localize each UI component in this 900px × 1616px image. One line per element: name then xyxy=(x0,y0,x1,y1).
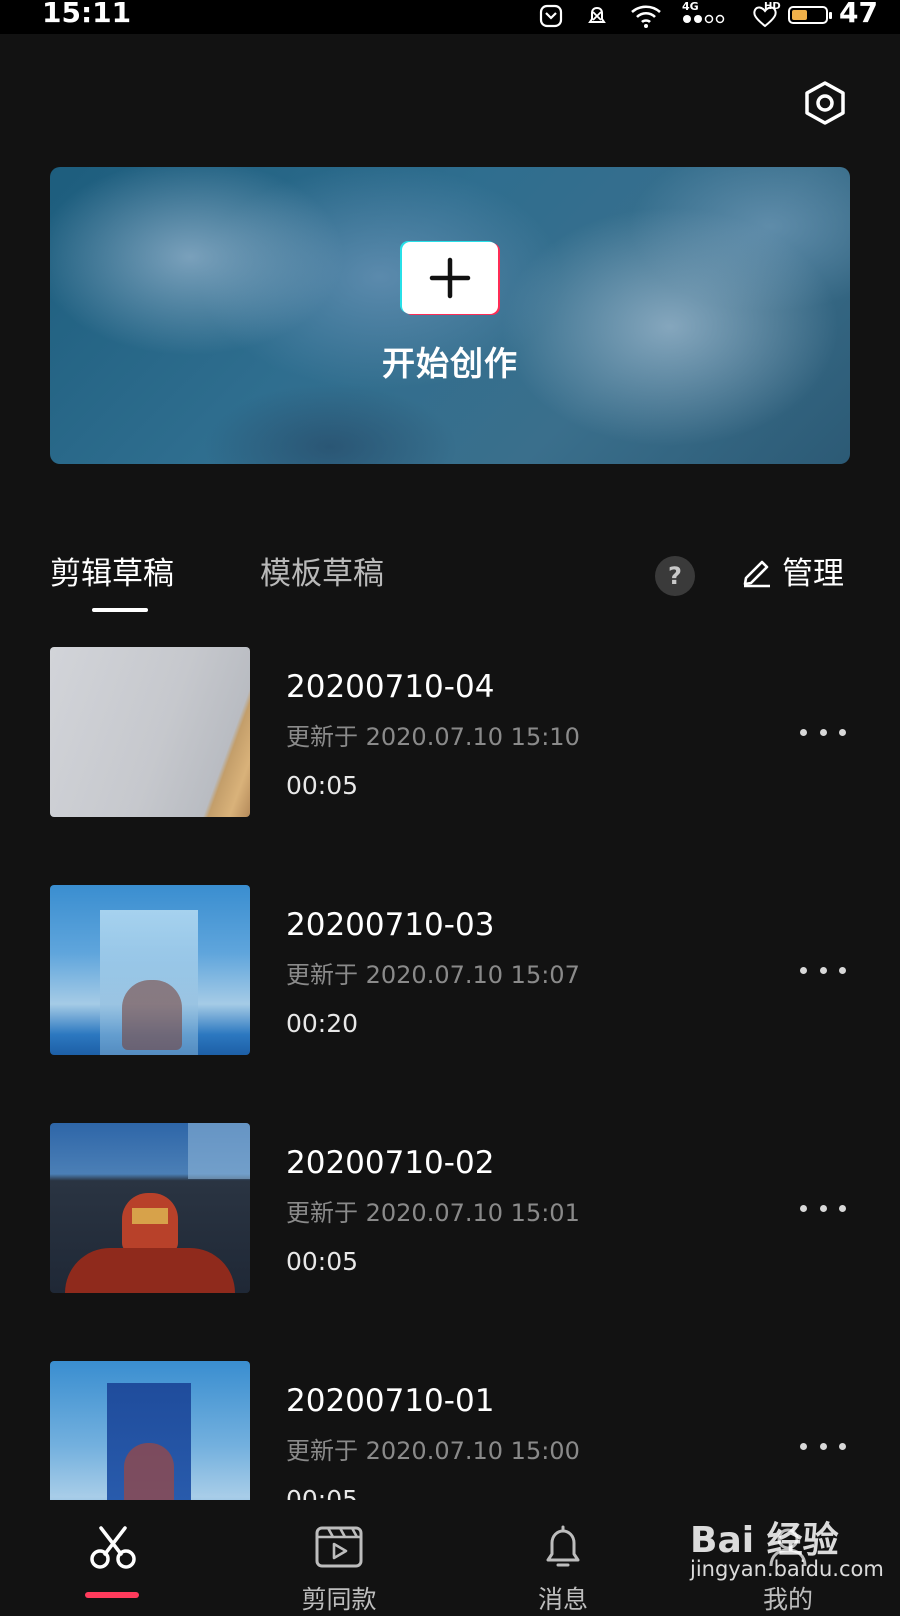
status-time: 15:11 xyxy=(42,0,132,29)
draft-title: 20200710-04 xyxy=(286,669,495,705)
draft-title: 20200710-03 xyxy=(286,907,495,943)
notification-muted-icon xyxy=(588,6,606,23)
wifi-icon xyxy=(631,5,661,28)
signal-dots-icon xyxy=(683,14,725,24)
signal-indicator: 4G xyxy=(682,0,730,29)
draft-item[interactable]: 20200710-04 更新于 2020.07.10 15:10 00:05 xyxy=(0,647,900,817)
create-new-button[interactable] xyxy=(400,241,500,315)
draft-item[interactable]: 20200710-01 更新于 2020.07.10 15:00 00:05 xyxy=(0,1361,900,1500)
draft-duration: 00:05 xyxy=(286,771,359,800)
settings-button[interactable] xyxy=(800,78,850,128)
more-options-button[interactable] xyxy=(800,1198,846,1218)
hd-call-indicator: HD xyxy=(750,1,781,29)
draft-item[interactable]: 20200710-03 更新于 2020.07.10 15:07 00:20 xyxy=(0,885,900,1055)
alarm-icon xyxy=(539,4,563,28)
nav-messages-label: 消息 xyxy=(537,1585,588,1614)
draft-updated-time: 更新于 2020.07.10 15:01 xyxy=(286,1199,580,1227)
baidu-jingyan-watermark: Bai 经验 jingyan.baidu.com xyxy=(690,1505,890,1600)
battery-level: 47 xyxy=(839,0,878,29)
create-button-face xyxy=(402,242,498,314)
help-button[interactable]: ? xyxy=(655,556,695,596)
draft-title: 20200710-01 xyxy=(286,1383,495,1419)
manage-button[interactable]: 管理 xyxy=(740,548,844,593)
draft-item[interactable]: 20200710-02 更新于 2020.07.10 15:01 00:05 xyxy=(0,1123,900,1293)
tab-template-drafts[interactable]: 模板草稿 xyxy=(260,548,384,593)
active-tab-indicator xyxy=(92,608,148,612)
draft-thumbnail xyxy=(50,1361,250,1500)
plus-icon xyxy=(429,257,471,299)
tab-edit-drafts[interactable]: 剪辑草稿 xyxy=(50,548,174,593)
draft-duration: 00:20 xyxy=(286,1009,359,1038)
draft-updated-time: 更新于 2020.07.10 15:07 xyxy=(286,961,580,989)
watermark-brand: Bai 经验 xyxy=(690,1520,839,1561)
draft-duration: 00:05 xyxy=(286,1485,359,1500)
draft-thumbnail xyxy=(50,1123,250,1293)
battery-fill xyxy=(792,10,807,20)
draft-tabs: 剪辑草稿 模板草稿 ? 管理 xyxy=(0,548,900,618)
start-creation-banner[interactable]: 开始创作 xyxy=(50,167,850,464)
pencil-icon xyxy=(743,560,770,587)
help-icon: ? xyxy=(668,562,682,590)
scissors-icon xyxy=(90,1526,136,1569)
more-options-button[interactable] xyxy=(800,960,846,980)
nav-same-template-label: 剪同款 xyxy=(301,1585,377,1614)
watermark-url: jingyan.baidu.com xyxy=(690,1557,884,1581)
more-options-button[interactable] xyxy=(800,722,846,742)
draft-thumbnail xyxy=(50,885,250,1055)
start-creation-label: 开始创作 xyxy=(382,344,518,383)
settings-hexagon-icon xyxy=(805,81,845,125)
draft-updated-time: 更新于 2020.07.10 15:10 xyxy=(286,723,580,751)
more-options-button[interactable] xyxy=(800,1436,846,1456)
draft-duration: 00:05 xyxy=(286,1247,359,1276)
hd-label: HD xyxy=(764,1,781,12)
nav-active-indicator xyxy=(85,1592,139,1598)
draft-thumbnail xyxy=(50,647,250,817)
clapperboard-icon xyxy=(315,1526,363,1568)
draft-updated-time: 更新于 2020.07.10 15:00 xyxy=(286,1437,580,1465)
status-icons: 4G HD xyxy=(538,0,781,30)
battery-icon xyxy=(788,6,832,24)
draft-list: 20200710-04 更新于 2020.07.10 15:10 00:05 2… xyxy=(0,645,900,1500)
status-bar: 15:11 4G HD 47 xyxy=(0,0,900,34)
bell-icon xyxy=(546,1525,580,1567)
draft-title: 20200710-02 xyxy=(286,1145,495,1181)
manage-label: 管理 xyxy=(782,556,844,592)
